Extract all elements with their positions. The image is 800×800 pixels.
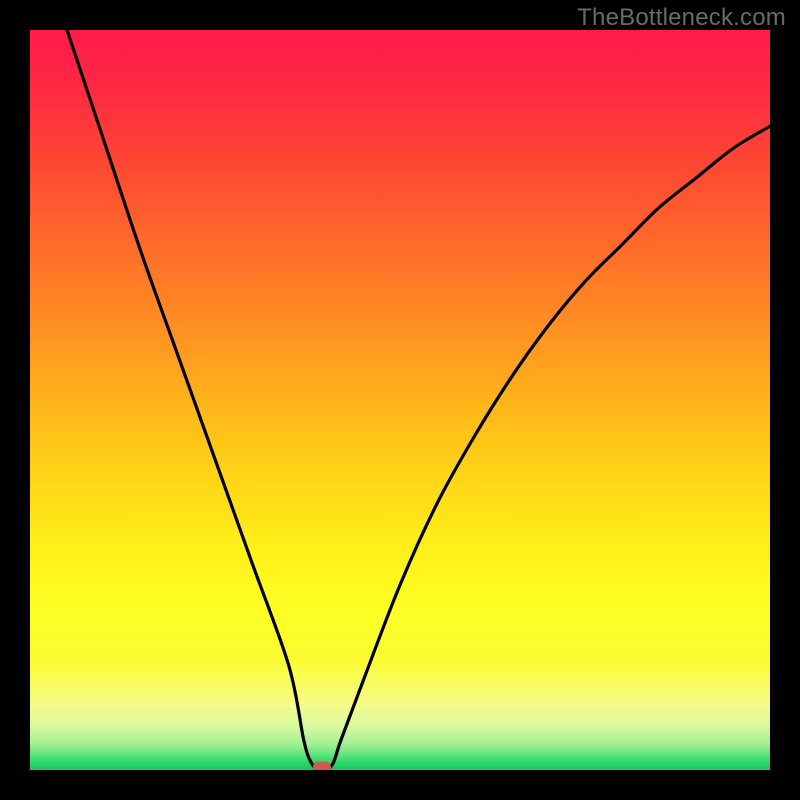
watermark-text: TheBottleneck.com xyxy=(577,4,786,32)
chart-root: TheBottleneck.com xyxy=(0,0,800,800)
minimum-marker xyxy=(313,762,331,771)
bottleneck-curve xyxy=(30,30,770,770)
plot-area xyxy=(30,30,770,770)
